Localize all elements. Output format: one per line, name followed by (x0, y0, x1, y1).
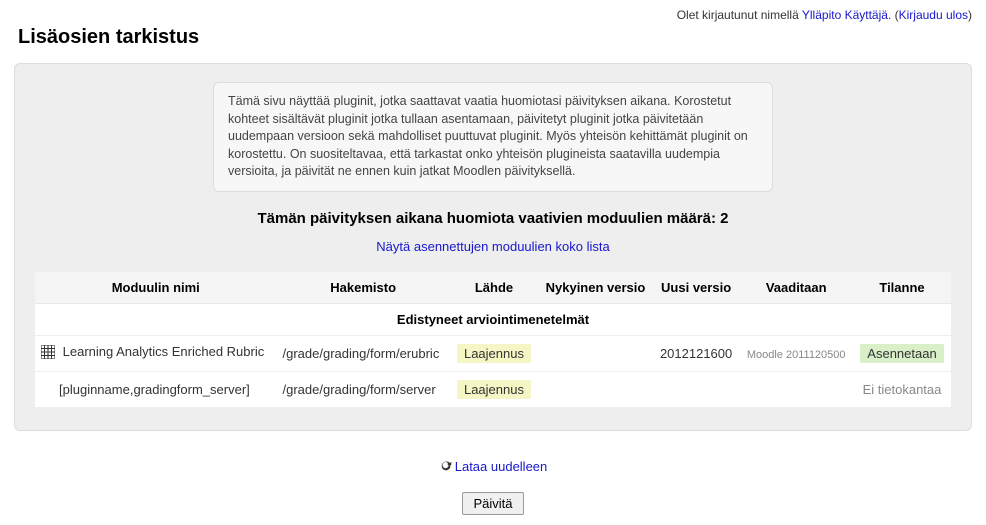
table-row: [pluginname,gradingform_server] /grade/g… (35, 372, 951, 408)
reload-link[interactable]: Lataa uudelleen (439, 459, 548, 474)
col-required: Vaaditaan (739, 272, 853, 304)
module-name: Learning Analytics Enriched Rubric (63, 344, 265, 359)
footer-actions: Lataa uudelleen Päivitä (0, 431, 986, 525)
module-dir: /grade/grading/form/erubric (277, 336, 450, 372)
page-title: Lisäosien tarkistus (0, 26, 986, 63)
source-badge: Laajennus (457, 380, 531, 399)
login-prefix: Olet kirjautunut nimellä (677, 8, 802, 22)
col-status: Tilanne (853, 272, 951, 304)
show-full-list-link[interactable]: Näytä asennettujen moduulien koko lista (376, 239, 609, 254)
logout-link[interactable]: Kirjaudu ulos (899, 8, 968, 22)
info-box: Tämä sivu näyttää pluginit, jotka saatta… (213, 82, 773, 192)
update-button[interactable]: Päivitä (462, 492, 523, 515)
new-version (653, 372, 740, 408)
current-version (538, 372, 653, 408)
required-version: Moodle 2011120500 (747, 349, 846, 361)
module-name: [pluginname,gradingform_server] (41, 382, 250, 397)
current-version (538, 336, 653, 372)
table-row: Learning Analytics Enriched Rubric /grad… (35, 336, 951, 372)
module-icon (41, 345, 55, 362)
attention-count-heading: Tämän päivityksen aikana huomiota vaativ… (35, 210, 951, 227)
reload-icon (439, 459, 453, 476)
col-source: Lähde (450, 272, 538, 304)
status-badge: Asennetaan (860, 344, 943, 363)
source-badge: Laajennus (457, 344, 531, 363)
col-name: Moduulin nimi (35, 272, 277, 304)
col-dir: Hakemisto (277, 272, 450, 304)
module-dir: /grade/grading/form/server (277, 372, 450, 408)
col-current: Nykyinen versio (538, 272, 653, 304)
plugins-table: Moduulin nimi Hakemisto Lähde Nykyinen v… (35, 272, 951, 408)
new-version: 2012121600 (653, 336, 740, 372)
status-text: Ei tietokantaa (863, 382, 942, 397)
reload-label: Lataa uudelleen (455, 459, 548, 474)
main-panel: Tämä sivu näyttää pluginit, jotka saatta… (14, 63, 972, 431)
section-header: Edistyneet arviointimenetelmät (35, 304, 951, 336)
col-new: Uusi versio (653, 272, 740, 304)
login-info: Olet kirjautunut nimellä Ylläpito Käyttä… (0, 0, 986, 26)
username-link[interactable]: Ylläpito Käyttäjä (802, 8, 888, 22)
